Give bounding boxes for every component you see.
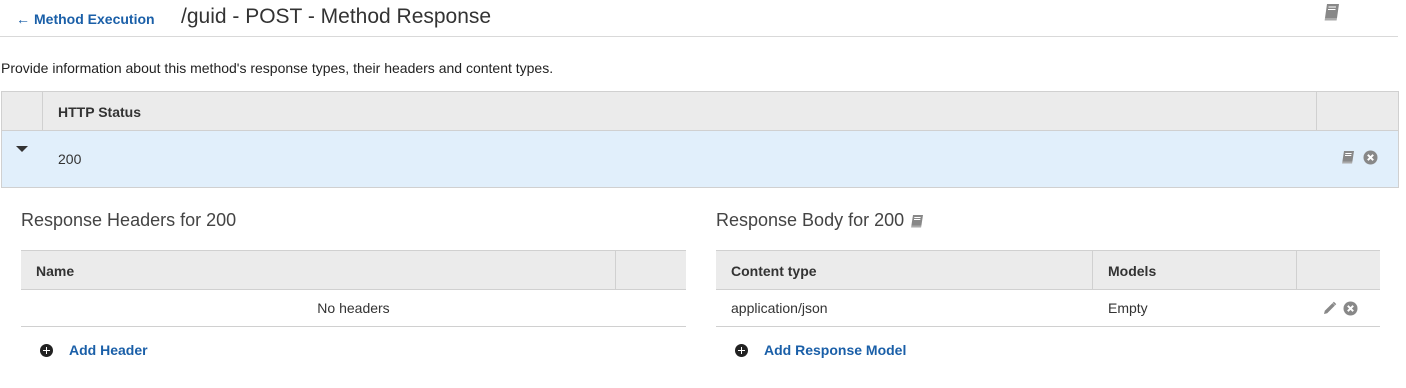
column-divider <box>1316 92 1317 131</box>
add-response-model-label: Add Response Model <box>764 342 907 358</box>
page-description: Provide information about this method's … <box>1 60 554 76</box>
close-circle-icon[interactable] <box>1343 301 1358 316</box>
close-circle-icon[interactable] <box>1363 150 1378 165</box>
pencil-icon[interactable] <box>1322 301 1337 316</box>
status-row-200[interactable]: 200 <box>2 131 1398 187</box>
plus-circle-icon <box>735 343 748 357</box>
column-header-models: Models <box>1108 263 1157 279</box>
response-body-table: Content type Models application/json Emp… <box>716 250 1380 327</box>
table-row: application/json Empty <box>716 290 1380 327</box>
page-title: /guid - POST - Method Response <box>181 5 492 28</box>
column-header-content-type: Content type <box>731 263 817 279</box>
add-header-button[interactable]: Add Header <box>40 342 148 358</box>
back-to-method-execution-link[interactable]: ← Method Execution <box>16 11 155 27</box>
add-header-label: Add Header <box>69 342 148 358</box>
content-type-value: application/json <box>731 300 828 316</box>
book-icon[interactable] <box>1340 149 1356 165</box>
plus-circle-icon <box>40 343 53 357</box>
response-body-title-wrap: Response Body for 200 <box>716 210 925 231</box>
no-headers-message: No headers <box>317 300 390 316</box>
status-code: 200 <box>58 151 82 167</box>
column-divider <box>1092 251 1093 290</box>
back-link-label: Method Execution <box>34 11 155 27</box>
add-response-model-button[interactable]: Add Response Model <box>735 342 906 358</box>
column-divider <box>42 92 43 131</box>
header-divider <box>0 36 1398 37</box>
headers-table-header: Name <box>21 251 686 290</box>
column-divider <box>615 251 616 290</box>
column-header-http-status: HTTP Status <box>58 104 141 120</box>
book-icon[interactable] <box>909 213 925 229</box>
column-header-name: Name <box>36 263 75 279</box>
caret-down-icon[interactable] <box>16 146 28 152</box>
model-value: Empty <box>1108 300 1148 316</box>
arrow-left-icon: ← <box>16 11 30 27</box>
response-body-title: Response Body for 200 <box>716 210 905 230</box>
book-icon[interactable] <box>1322 2 1342 22</box>
status-table-header: HTTP Status <box>2 92 1398 131</box>
response-headers-table: Name No headers <box>21 250 686 327</box>
body-table-header: Content type Models <box>716 251 1380 290</box>
http-status-table: HTTP Status 200 <box>1 91 1399 188</box>
column-divider <box>1296 251 1297 290</box>
response-headers-title: Response Headers for 200 <box>21 210 237 230</box>
headers-empty-row: No headers <box>21 290 686 327</box>
